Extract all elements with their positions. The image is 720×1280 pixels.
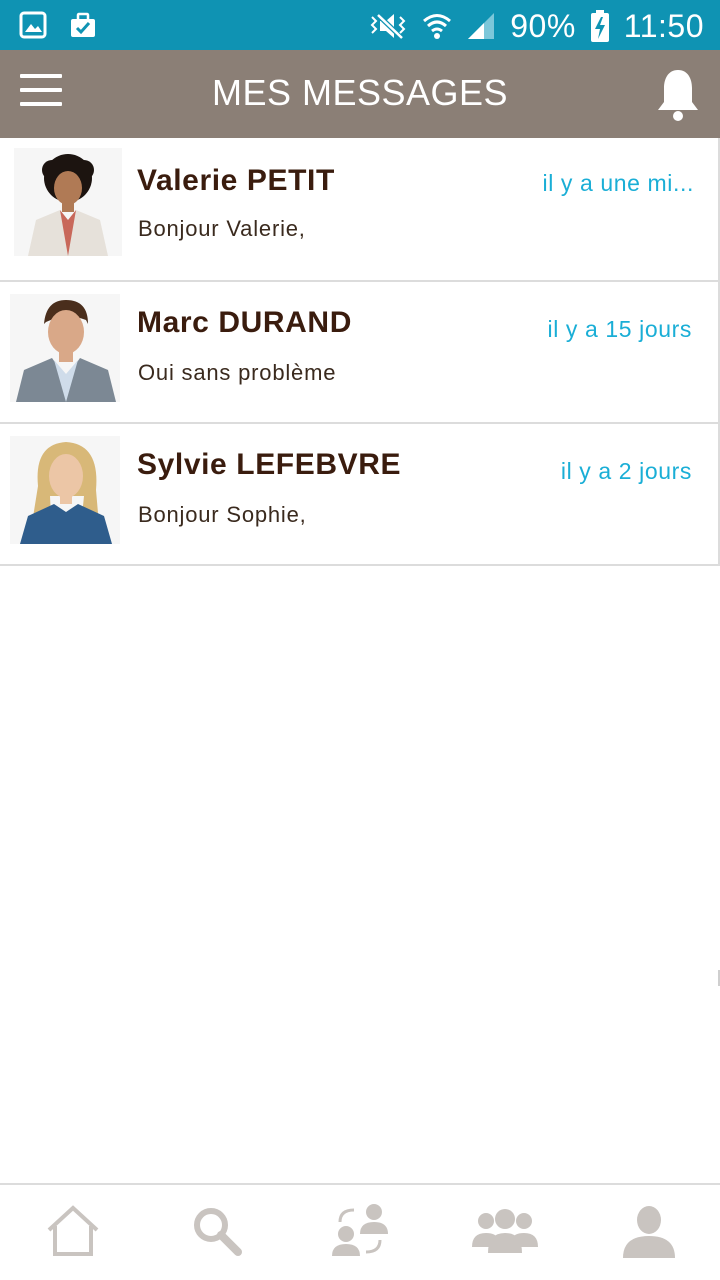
message-item[interactable]: Marc DURAND il y a 15 jours Oui sans pro… xyxy=(0,282,720,424)
battery-percentage: 90% xyxy=(510,7,576,44)
search-icon xyxy=(194,1208,242,1256)
bottom-navigation xyxy=(0,1183,720,1280)
message-preview: Bonjour Valerie, xyxy=(138,216,306,241)
avatar xyxy=(14,148,122,256)
nav-contacts-exchange[interactable] xyxy=(326,1201,396,1261)
sender-name: Valerie PETIT xyxy=(137,164,335,197)
message-time: il y a 15 jours xyxy=(547,316,692,342)
message-item[interactable]: Sylvie LEFEBVRE il y a 2 jours Bonjour S… xyxy=(0,424,720,566)
home-icon xyxy=(47,1205,99,1256)
sender-name: Marc DURAND xyxy=(137,306,352,339)
signal-icon xyxy=(468,13,495,39)
clock: 11:50 xyxy=(623,7,704,44)
avatar xyxy=(10,294,120,402)
profile-icon xyxy=(623,1206,675,1258)
wifi-icon xyxy=(423,14,452,39)
message-preview: Oui sans problème xyxy=(138,360,337,385)
nav-profile[interactable] xyxy=(614,1201,684,1261)
gallery-icon xyxy=(19,11,47,39)
message-item[interactable]: Valerie PETIT il y a une mi... Bonjour V… xyxy=(0,138,720,282)
avatar xyxy=(10,436,120,544)
nav-search[interactable] xyxy=(182,1201,252,1261)
contact-exchange-icon xyxy=(332,1204,388,1256)
app-header: MES MESSAGES xyxy=(0,50,720,138)
message-list: Valerie PETIT il y a une mi... Bonjour V… xyxy=(0,138,720,566)
message-time: il y a 2 jours xyxy=(560,458,692,484)
message-preview: Bonjour Sophie, xyxy=(138,502,307,527)
mute-icon xyxy=(370,13,406,40)
group-icon xyxy=(472,1209,538,1253)
nav-home[interactable] xyxy=(38,1201,108,1261)
bell-icon[interactable] xyxy=(654,66,702,122)
nav-group[interactable] xyxy=(470,1201,540,1261)
work-bag-icon xyxy=(71,12,95,37)
status-bar: 90% 11:50 xyxy=(0,0,720,50)
sender-name: Sylvie LEFEBVRE xyxy=(137,448,402,481)
battery-charging-icon xyxy=(590,10,609,42)
page-title: MES MESSAGES xyxy=(211,72,509,113)
message-time: il y a une mi... xyxy=(542,170,694,196)
